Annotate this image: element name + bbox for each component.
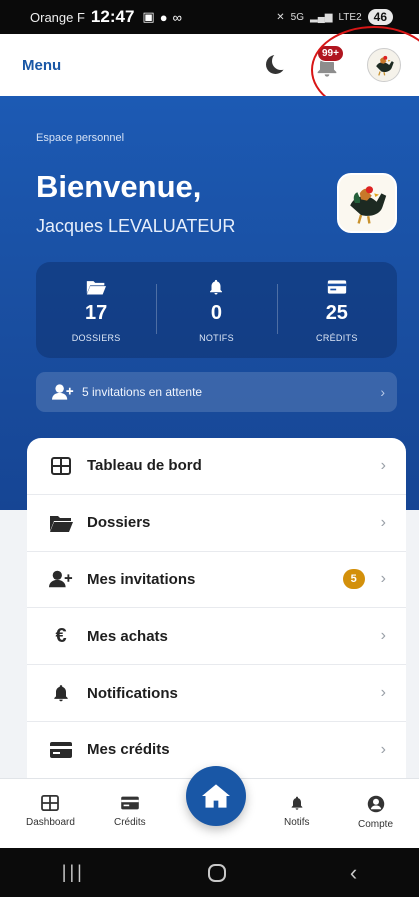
main-menu-card: Tableau de bord › Dossiers › Mes invitat… (27, 438, 406, 778)
user-plus-icon (52, 384, 74, 400)
credit-card-icon (121, 796, 139, 810)
credit-card-icon (49, 738, 73, 762)
voicemail-icon: ∞ (172, 9, 182, 25)
user-name: Jacques LEVALUATEUR (36, 216, 236, 236)
screenshot-icon: ▣ (142, 9, 155, 24)
menu-item-label: Notifications (87, 684, 178, 702)
account-status-icon: ● (159, 9, 168, 25)
home-icon (202, 784, 230, 808)
user-plus-icon (49, 567, 73, 591)
stat-credits[interactable]: 25 CRÉDITS (276, 262, 397, 358)
stat-label: NOTIFS (199, 333, 234, 343)
bell-icon (49, 681, 73, 705)
menu-item-label: Mes invitations (87, 570, 196, 588)
pending-invitations-text: 5 invitations en attente (82, 385, 203, 399)
nav-notifs[interactable]: Notifs (284, 795, 310, 828)
folder-icon (86, 281, 107, 295)
nav-label: Compte (358, 819, 394, 830)
euro-icon: € (55, 624, 67, 647)
nav-label: Crédits (114, 817, 146, 828)
home-fab-button[interactable] (186, 766, 246, 826)
system-home-icon[interactable] (208, 863, 227, 882)
status-icons: ▣ ● ∞ (142, 9, 181, 25)
chevron-right-icon: › (380, 384, 385, 400)
carrier-name: Orange F (30, 9, 85, 25)
menu-button[interactable]: Menu (22, 57, 61, 74)
nav-dashboard[interactable]: Dashboard (26, 795, 75, 828)
back-icon[interactable]: ‹ (350, 860, 357, 886)
nav-credits[interactable]: Crédits (114, 795, 146, 828)
menu-item-dossiers[interactable]: Dossiers › (27, 495, 406, 552)
bell-icon (291, 796, 303, 810)
recent-apps-icon[interactable]: ||| (62, 862, 85, 883)
menu-item-invitations[interactable]: Mes invitations 5 › (27, 552, 406, 609)
mute-icon: ✕ (276, 11, 285, 23)
menu-item-dashboard[interactable]: Tableau de bord › (27, 438, 406, 495)
chevron-right-icon: › (380, 513, 386, 531)
battery-level: 46 (367, 9, 393, 25)
stat-value: 25 (325, 302, 348, 324)
user-avatar (337, 173, 397, 233)
nav-account[interactable]: Compte (358, 795, 393, 830)
menu-item-label: Mes crédits (87, 741, 170, 759)
stat-value: 0 (210, 302, 223, 324)
invitations-count-badge: 5 (342, 569, 365, 590)
pending-invitations-banner[interactable]: 5 invitations en attente › (36, 372, 397, 412)
welcome-heading: Bienvenue, (36, 169, 202, 204)
network-type: 5G (290, 11, 304, 23)
stat-label: CRÉDITS (316, 333, 358, 343)
chevron-right-icon: › (380, 456, 386, 474)
dark-mode-moon-icon[interactable] (263, 52, 290, 77)
rooster-avatar-icon (350, 186, 387, 224)
menu-item-label: Mes achats (87, 627, 168, 645)
chevron-right-icon: › (380, 684, 386, 702)
menu-item-notifications[interactable]: Notifications › (27, 665, 406, 722)
signal-icon: ▂▄▆ (310, 11, 333, 23)
menu-item-purchases[interactable]: € Mes achats › (27, 608, 406, 666)
chevron-right-icon: › (380, 627, 386, 645)
menu-item-label: Dossiers (87, 514, 151, 532)
nav-label: Dashboard (26, 817, 75, 828)
chevron-right-icon: › (380, 570, 386, 588)
chevron-right-icon: › (380, 740, 386, 758)
stat-label: DOSSIERS (71, 333, 121, 343)
folder-icon (49, 511, 73, 535)
status-right: ✕ 5G ▂▄▆ LTE2 46 (276, 9, 393, 25)
account-icon (367, 795, 384, 813)
stat-dossiers[interactable]: 17 DOSSIERS (36, 262, 156, 358)
stats-panel: 17 DOSSIERS 0 NOTIFS 25 CRÉDITS (36, 262, 397, 358)
grid-icon (49, 454, 73, 478)
bell-icon (210, 279, 223, 295)
personal-space-label: Espace personnel (36, 132, 125, 144)
lte-label: LTE2 (338, 11, 362, 23)
system-navigation-bar: ||| ‹ (0, 848, 419, 897)
nav-label: Notifs (284, 817, 310, 828)
clock: 12:47 (90, 7, 135, 26)
credit-card-icon (327, 280, 346, 294)
menu-item-label: Tableau de bord (87, 457, 202, 475)
stat-notifs[interactable]: 0 NOTIFS (156, 262, 276, 358)
grid-icon (41, 795, 60, 811)
stat-value: 17 (85, 302, 108, 324)
